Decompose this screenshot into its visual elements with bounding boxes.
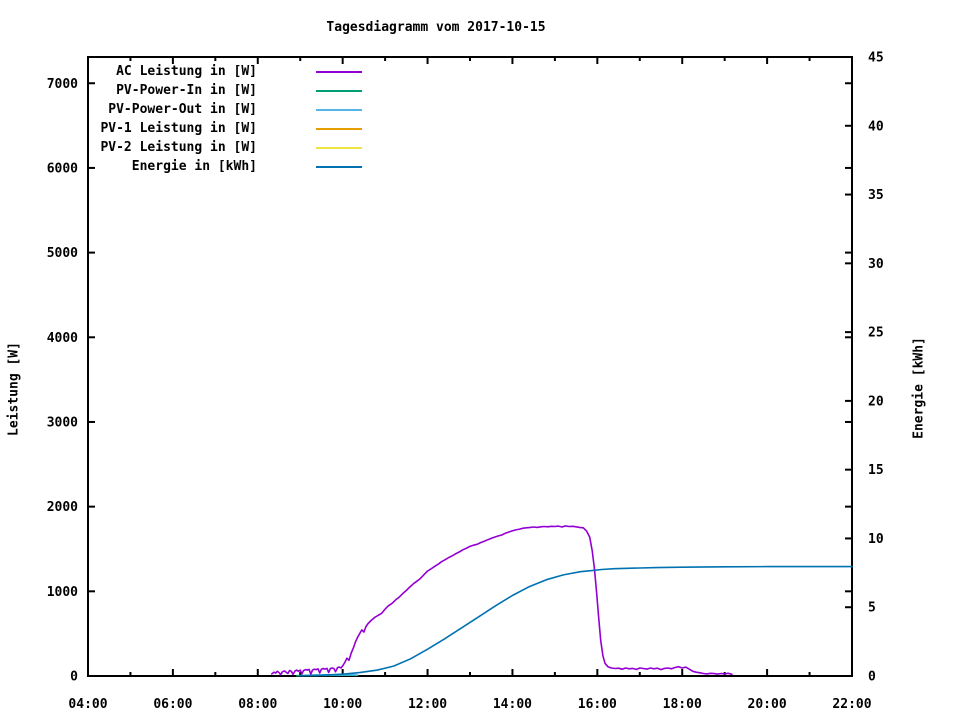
legend-label: PV-Power-In in [W]	[116, 83, 257, 98]
legend-item: AC Leistung in [W]	[85, 62, 362, 81]
y2-axis-tick-label: 0	[868, 670, 876, 685]
y2-axis-label: Energie [kWh]	[911, 337, 927, 439]
legend-label: PV-Power-Out in [W]	[108, 102, 257, 117]
y2-axis-tick-label: 15	[868, 463, 884, 478]
legend-item: PV-Power-In in [W]	[85, 81, 362, 100]
y2-axis-tick-label: 20	[868, 394, 884, 409]
x-axis-tick-label: 20:00	[748, 697, 787, 712]
legend-line-sample	[316, 70, 362, 73]
y1-axis-tick-label: 0	[70, 670, 78, 685]
legend-label: Energie in [kWh]	[131, 159, 257, 174]
y1-axis-label: Leistung [W]	[6, 342, 22, 436]
y2-axis-tick-label: 25	[868, 326, 884, 341]
legend-item: Energie in [kWh]	[85, 157, 362, 176]
x-axis-tick-label: 06:00	[153, 697, 192, 712]
series-line-5	[299, 565, 853, 677]
legend-item: PV-2 Leistung in [W]	[85, 138, 362, 157]
legend-line-sample	[316, 108, 362, 111]
y1-axis-tick-label: 4000	[47, 331, 78, 346]
legend: AC Leistung in [W] PV-Power-In in [W] PV-P…	[85, 62, 362, 176]
y1-axis-tick-label: 2000	[47, 500, 78, 515]
legend-label: PV-2 Leistung in [W]	[100, 140, 257, 155]
legend-label: PV-1 Leistung in [W]	[100, 121, 257, 136]
legend-line-sample	[316, 127, 362, 130]
chart-page: Tagesdiagramm vom 2017-10-15 Leistung [W…	[0, 0, 960, 720]
y1-axis-tick-label: 3000	[47, 415, 78, 430]
y1-axis-tick-label: 5000	[47, 246, 78, 261]
y2-axis-tick-label: 5	[868, 601, 876, 616]
legend-line-sample	[316, 146, 362, 149]
x-axis-tick-label: 18:00	[663, 697, 702, 712]
x-axis-tick-label: 04:00	[68, 697, 107, 712]
y1-axis-tick-label: 7000	[47, 77, 78, 92]
x-axis-tick-label: 16:00	[578, 697, 617, 712]
legend-line-sample	[316, 89, 362, 92]
y2-axis-tick-label: 40	[868, 119, 884, 134]
y2-axis-tick-label: 30	[868, 257, 884, 272]
x-axis-tick-label: 08:00	[238, 697, 277, 712]
x-axis-tick-label: 14:00	[493, 697, 532, 712]
legend-line-sample	[316, 165, 362, 168]
y1-axis-tick-label: 6000	[47, 161, 78, 176]
y2-axis-tick-label: 35	[868, 188, 884, 203]
x-axis-tick-label: 22:00	[832, 697, 871, 712]
y2-axis-tick-label: 10	[868, 532, 884, 547]
legend-item: PV-1 Leistung in [W]	[85, 119, 362, 138]
chart-title: Tagesdiagramm vom 2017-10-15	[326, 20, 546, 35]
x-axis-tick-label: 10:00	[323, 697, 362, 712]
x-axis-tick-label: 12:00	[408, 697, 447, 712]
y1-axis-tick-label: 1000	[47, 585, 78, 600]
legend-label: AC Leistung in [W]	[116, 64, 257, 79]
y2-axis-tick-label: 45	[868, 51, 884, 66]
legend-item: PV-Power-Out in [W]	[85, 100, 362, 119]
series-line-0	[270, 525, 733, 676]
